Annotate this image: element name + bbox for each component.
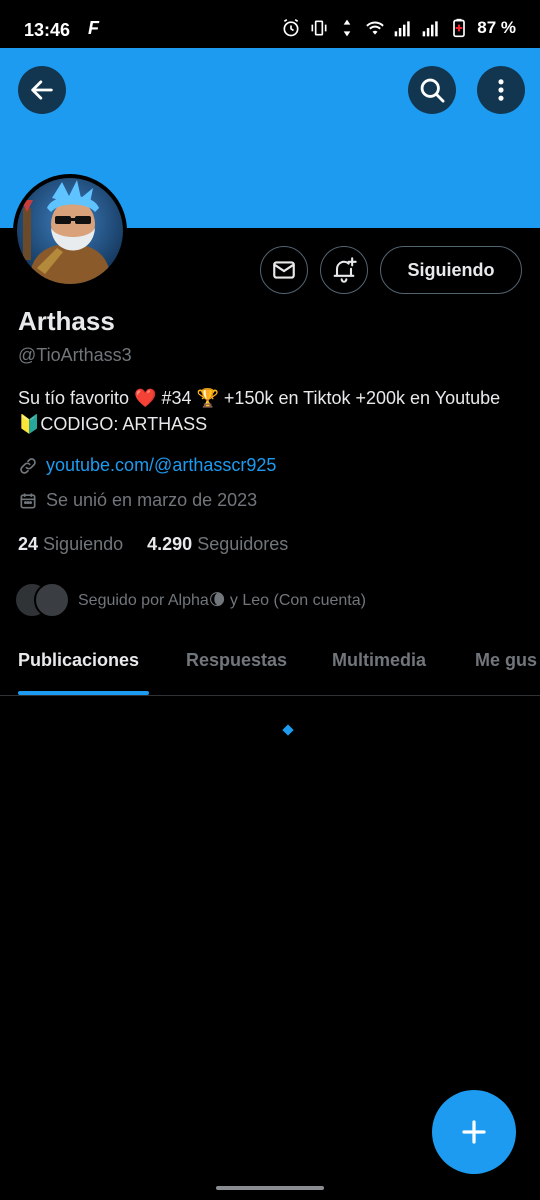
arrow-left-icon (31, 80, 53, 100)
compose-button[interactable] (432, 1090, 516, 1174)
signal-2-icon (422, 21, 438, 37)
status-icons: 87 % (281, 18, 516, 38)
profile-join-row: Se unió en marzo de 2023 (18, 490, 257, 511)
battery-percent: 87 % (477, 18, 516, 37)
profile-handle: @TioArthass3 (18, 345, 132, 365)
following-stat[interactable]: 24 Siguiendo (18, 534, 123, 555)
active-tab-indicator (18, 691, 149, 695)
following-label: Siguiendo (43, 534, 124, 554)
battery-saver-icon (453, 18, 466, 38)
status-bar: 13:46 F 87 % (0, 0, 540, 48)
calendar-icon (20, 493, 36, 508)
status-time: 13:46 (24, 20, 71, 40)
followed-by-text: Seguido por Alpha🌘 y Leo (Con cuenta) (78, 592, 366, 609)
search-button[interactable] (408, 66, 456, 114)
profile-bio: Su tío favorito ❤️ #34 🏆 +150k en Tiktok… (18, 388, 501, 434)
followers-count: 4.290 (147, 534, 193, 554)
profile-website-link[interactable]: youtube.com/@arthasscr925 (46, 455, 276, 476)
data-arrows-icon (343, 19, 351, 37)
avatar (34, 582, 70, 618)
profile-name: Arthass (18, 306, 115, 336)
message-button[interactable] (260, 246, 308, 294)
alarm-icon (283, 18, 299, 37)
signal-icon (394, 21, 410, 37)
followers-label: Seguidores (197, 534, 289, 554)
vibrate-icon (311, 20, 327, 36)
profile-link-row: youtube.com/@arthasscr925 (18, 455, 276, 476)
followed-by-row[interactable]: Seguido por Alpha🌘 y Leo (Con cuenta) (14, 582, 366, 618)
tab-respuestas[interactable]: Respuestas (186, 650, 287, 671)
loading-indicator (282, 724, 294, 736)
more-vertical-icon (498, 79, 504, 101)
notifications-button[interactable] (320, 246, 368, 294)
plus-icon (462, 1120, 486, 1144)
back-button[interactable] (18, 66, 66, 114)
following-button[interactable]: Siguiendo (380, 246, 522, 294)
link-icon (20, 457, 36, 474)
bell-plus-icon (333, 257, 357, 283)
notification-app-icon: F (88, 18, 99, 38)
profile-avatar[interactable] (13, 174, 127, 288)
search-icon (420, 78, 445, 103)
following-count: 24 (18, 534, 39, 554)
tab-multimedia[interactable]: Multimedia (332, 650, 426, 671)
wifi-icon (366, 21, 384, 35)
profile-joined-date: Se unió en marzo de 2023 (46, 490, 258, 510)
profile-tabs: Publicaciones Respuestas Multimedia Me g… (0, 628, 540, 696)
envelope-icon (273, 261, 295, 279)
tab-publicaciones[interactable]: Publicaciones (18, 650, 139, 671)
follower-avatars (14, 582, 70, 618)
tab-me-gusta[interactable]: Me gus (475, 650, 537, 671)
more-options-button[interactable] (477, 66, 525, 114)
profile-stats: 24 Siguiendo 4.290 Seguidores (18, 534, 288, 555)
home-indicator[interactable] (216, 1186, 324, 1190)
avatar-image (17, 178, 123, 284)
followers-stat[interactable]: 4.290 Seguidores (147, 534, 288, 555)
